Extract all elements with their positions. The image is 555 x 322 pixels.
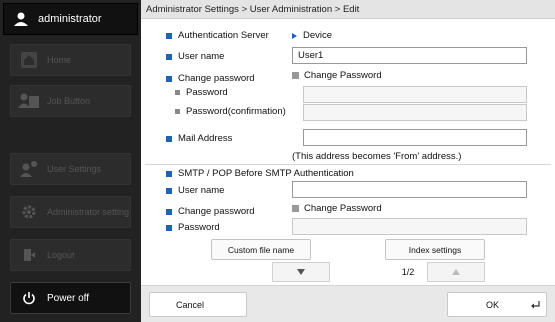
power-off-button[interactable]: Power off [10, 282, 131, 314]
change-password-checkbox-label: Change Password [304, 70, 382, 81]
password-row: Password [175, 87, 228, 98]
sidebar-item-administrator-setting[interactable]: Administrator setting [10, 196, 131, 228]
sidebar-item-user-settings[interactable]: User Settings [10, 153, 131, 185]
user-indicator: administrator [3, 3, 138, 35]
password-label: Password [186, 87, 228, 98]
password-confirm-label: Password(confirmation) [186, 106, 286, 117]
sidebar-item-label: User Settings [47, 164, 102, 174]
sidebar-item-home[interactable]: Home [10, 44, 131, 76]
sidebar-item-label: Logout [47, 250, 75, 260]
mail-input[interactable] [303, 129, 527, 146]
sidebar-item-logout[interactable]: Logout [10, 239, 131, 271]
username-label: User name [178, 51, 225, 62]
home-icon [11, 50, 47, 70]
username-row: User name [166, 51, 224, 62]
ok-button[interactable]: OK [447, 292, 547, 317]
mail-label: Mail Address [178, 133, 233, 144]
user-settings-icon [11, 160, 47, 178]
smtp-change-password-label: Change password [178, 206, 255, 217]
triangle-down-icon [297, 267, 305, 278]
smtp-change-password-row: Change password [166, 206, 255, 217]
bullet-icon [166, 208, 172, 215]
change-password-checkbox[interactable]: Change Password [292, 70, 382, 81]
page-indicator: 1/2 [401, 267, 415, 277]
bullet-icon [166, 224, 172, 231]
page-down-button[interactable] [272, 262, 330, 282]
power-off-label: Power off [47, 292, 90, 304]
page-up-button[interactable] [427, 262, 485, 282]
power-icon [11, 291, 47, 305]
smtp-username-input[interactable] [292, 181, 527, 198]
breadcrumb: Administrator Settings > User Administra… [141, 0, 555, 19]
auth-server-selector[interactable]: Device [292, 30, 332, 41]
bullet-icon [166, 75, 172, 82]
sub-bullet-icon [175, 90, 180, 95]
ok-label: OK [486, 299, 500, 310]
username-input[interactable]: User1 [292, 47, 527, 64]
triangle-up-icon [452, 267, 460, 278]
bullet-icon [166, 53, 172, 60]
smtp-change-password-checkbox[interactable]: Change Password [292, 203, 382, 214]
smtp-section-row: SMTP / POP Before SMTP Authentication [166, 168, 354, 179]
cancel-label: Cancel [176, 299, 205, 310]
smtp-password-input[interactable] [292, 218, 527, 235]
change-password-label: Change password [178, 73, 255, 84]
user-name: administrator [38, 13, 102, 25]
sub-bullet-icon [175, 109, 180, 114]
auth-server-row: Authentication Server [166, 30, 269, 41]
auth-server-value: Device [303, 30, 333, 41]
logout-icon [11, 247, 47, 263]
user-icon [4, 11, 38, 27]
change-password-row: Change password [166, 73, 255, 84]
smtp-username-label: User name [178, 185, 225, 196]
password-confirm-row: Password(confirmation) [175, 106, 286, 117]
bullet-icon [166, 187, 172, 194]
admin-setting-icon [11, 204, 47, 220]
mail-row: Mail Address [166, 133, 232, 144]
index-settings-button[interactable]: Index settings [385, 239, 485, 260]
sidebar-item-job-button[interactable]: Job Button [10, 85, 131, 117]
smtp-change-password-checkbox-label: Change Password [304, 203, 382, 214]
enter-icon [531, 301, 540, 311]
smtp-password-label: Password [178, 222, 220, 233]
sidebar-item-label: Job Button [47, 96, 91, 106]
main-panel: Administrator Settings > User Administra… [141, 0, 555, 322]
cancel-button[interactable]: Cancel [149, 292, 247, 317]
footer-bar: Cancel OK [141, 285, 555, 322]
password-confirm-input[interactable] [303, 104, 527, 121]
divider [145, 164, 551, 165]
bullet-icon [166, 32, 172, 39]
custom-file-name-button[interactable]: Custom file name [211, 239, 311, 260]
bullet-icon [166, 135, 172, 142]
sidebar: administrator Home Job Button User Setti… [0, 0, 141, 322]
smtp-section-label: SMTP / POP Before SMTP Authentication [178, 168, 354, 179]
checkbox-icon [292, 205, 299, 212]
password-input[interactable] [303, 86, 527, 103]
sidebar-item-label: Home [47, 55, 72, 65]
triangle-right-icon [292, 32, 297, 39]
checkbox-icon [292, 72, 299, 79]
smtp-username-row: User name [166, 185, 224, 196]
mail-note: (This address becomes 'From' address.) [292, 151, 462, 162]
smtp-password-row: Password [166, 222, 220, 233]
job-button-icon [11, 92, 47, 110]
sidebar-item-label: Administrator setting [47, 207, 130, 217]
bullet-icon [166, 170, 172, 177]
auth-server-label: Authentication Server [178, 30, 269, 41]
